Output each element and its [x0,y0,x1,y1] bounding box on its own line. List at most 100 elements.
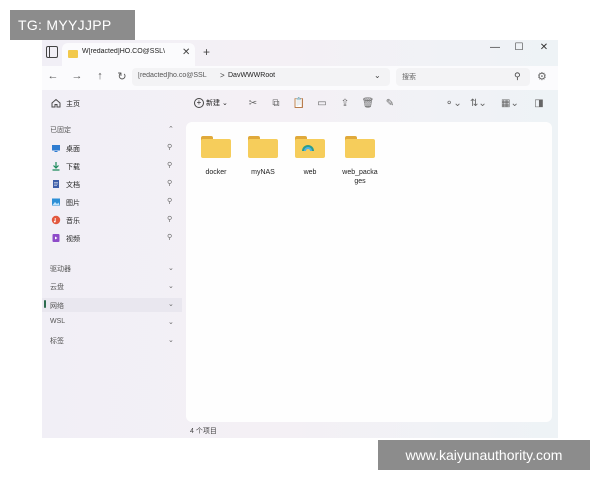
sidebar-item-music[interactable]: 音乐 ⚲ [42,213,182,229]
settings-gear-icon[interactable]: ⚙ [537,70,547,83]
tab-close-button[interactable]: ✕ [182,47,190,58]
sidebar-item-downloads[interactable]: 下载 ⚲ [42,159,182,175]
file-name: web [303,169,317,176]
file-grid: docker myNAS web web_packages [186,122,552,422]
web-folder-icon [295,136,325,158]
address-history-dropdown-icon[interactable]: ⌄ [374,71,381,80]
pin-icon[interactable]: ⚲ [167,143,172,151]
sidebar-item-label: 下载 [66,164,80,171]
file-item-docker[interactable]: docker [196,136,236,177]
new-tab-button[interactable]: + [203,45,210,59]
status-item-count: 4 个项目 [190,428,217,435]
watermark-url: www.kaiyunauthority.com [378,440,590,470]
sidebar-item-label: 音乐 [66,218,80,225]
sort-icon[interactable]: ⇅⌄ [470,98,487,109]
chevron-down-icon[interactable]: ⌄ [168,264,174,272]
pin-icon[interactable]: ⚲ [167,233,172,241]
pinned-section-header[interactable]: 已固定 ⌃ [50,125,180,139]
maximize-button[interactable]: ☐ [511,42,527,53]
new-button[interactable]: + 新建 ⌄ [194,98,228,109]
minimize-button[interactable]: — [487,42,503,53]
sidebar-section-wsl[interactable]: WSL ⌄ [50,318,180,332]
download-icon [51,161,61,171]
content-area: + 新建 ⌄ ✂ ⧉ 📋 ▭ ⇪ 🗑 ✎ ⚬⌄ ⇅⌄ ▦⌄ ◨ docker my… [186,92,554,438]
file-item-mynas[interactable]: myNAS [243,136,283,177]
cut-icon[interactable]: ✂ [246,98,260,109]
pin-icon[interactable]: ⚲ [167,179,172,187]
breadcrumb-davwwwroot[interactable]: DavWWWRoot [228,72,275,79]
video-icon [51,233,61,243]
rename-icon[interactable]: ▭ [315,98,329,109]
folder-icon [201,136,231,158]
share-icon[interactable]: ⇪ [338,98,352,109]
pin-icon[interactable]: ⚲ [167,215,172,223]
view-layout-icon[interactable]: ▦⌄ [501,98,519,109]
breadcrumb-separator-icon[interactable]: > [220,71,225,80]
file-item-web-packages[interactable]: web_packages [337,136,383,186]
section-label: WSL [50,318,66,325]
sidebar-item-pictures[interactable]: 图片 ⚲ [42,195,182,211]
section-label: 标签 [50,338,64,345]
address-bar[interactable]: [redacted]ho.co@SSL > DavWWWRoot ⌄ [132,68,390,86]
section-label: 驱动器 [50,266,71,273]
refresh-button[interactable]: ↻ [115,70,129,83]
file-name: docker [205,169,227,176]
document-icon [51,179,61,189]
paste-icon[interactable]: 📋 [292,98,306,109]
details-pane-icon[interactable]: ◨ [532,98,546,109]
close-window-button[interactable]: ✕ [536,42,552,53]
chevron-down-icon[interactable]: ⌄ [168,300,174,308]
pin-icon[interactable]: ⚲ [167,161,172,169]
tg-tag: TG: MYYJJPP [10,10,135,40]
delete-icon[interactable]: 🗑 [361,98,375,109]
sidebar-item-documents[interactable]: 文档 ⚲ [42,177,182,193]
tab-overview-icon[interactable] [46,46,58,58]
section-label: 云盘 [50,284,64,291]
search-input[interactable]: 搜索 ⚲ [396,68,530,86]
sidebar-section-cloud[interactable]: 云盘 ⌄ [50,282,180,296]
back-button[interactable]: ← [46,70,60,82]
folder-icon [345,136,375,158]
file-explorer-window: W[redacted]HO.CO@SSL\ ✕ + — ☐ ✕ ← → ↑ ↻ … [42,40,558,438]
sidebar-item-label: 文档 [66,182,80,189]
command-toolbar: + 新建 ⌄ ✂ ⧉ 📋 ▭ ⇪ 🗑 ✎ ⚬⌄ ⇅⌄ ▦⌄ ◨ [186,92,554,118]
sidebar-item-videos[interactable]: 视频 ⚲ [42,231,182,247]
folder-icon [68,50,78,58]
chevron-down-icon: ⌄ [221,100,228,107]
selection-indicator [44,300,46,308]
pin-icon[interactable]: ⚲ [167,197,172,205]
search-icon[interactable]: ⚲ [514,71,521,82]
sidebar-item-home[interactable]: 主页 [42,96,182,112]
sidebar-section-network[interactable]: 网络 ⌄ [42,298,182,312]
folder-icon [248,136,278,158]
address-host[interactable]: [redacted]ho.co@SSL [138,72,220,79]
file-name: web_packages [342,169,378,185]
tab-current[interactable]: W[redacted]HO.CO@SSL\ ✕ [62,43,195,66]
file-item-web[interactable]: web [290,136,330,177]
up-button[interactable]: ↑ [93,70,107,82]
sidebar: 主页 已固定 ⌃ 桌面 ⚲ 下载 ⚲ 文档 ⚲ 图片 ⚲ 音乐 ⚲ 视频 ⚲ 驱… [42,92,182,438]
chevron-up-icon[interactable]: ⌃ [168,125,174,133]
group-by-icon[interactable]: ⚬⌄ [445,98,462,109]
chevron-down-icon[interactable]: ⌄ [168,318,174,326]
tab-label: W[redacted]HO.CO@SSL\ [82,48,165,55]
home-icon [51,98,61,108]
plus-icon: + [194,98,204,109]
section-label: 已固定 [50,127,71,134]
forward-button[interactable]: → [70,70,84,82]
copy-icon[interactable]: ⧉ [269,98,283,109]
title-bar: W[redacted]HO.CO@SSL\ ✕ + — ☐ ✕ [42,40,558,66]
chevron-down-icon[interactable]: ⌄ [168,282,174,290]
sidebar-section-drives[interactable]: 驱动器 ⌄ [50,264,180,278]
sidebar-item-desktop[interactable]: 桌面 ⚲ [42,141,182,157]
properties-icon[interactable]: ✎ [383,98,397,109]
navigation-bar: ← → ↑ ↻ [redacted]ho.co@SSL > DavWWWRoot… [42,66,558,90]
sidebar-item-label: 图片 [66,200,80,207]
desktop-icon [51,143,61,153]
search-placeholder: 搜索 [402,74,416,81]
sidebar-section-tags[interactable]: 标签 ⌄ [50,336,180,350]
pictures-icon [51,197,61,207]
chevron-down-icon[interactable]: ⌄ [168,336,174,344]
file-name: myNAS [251,169,275,176]
music-icon [51,215,61,225]
